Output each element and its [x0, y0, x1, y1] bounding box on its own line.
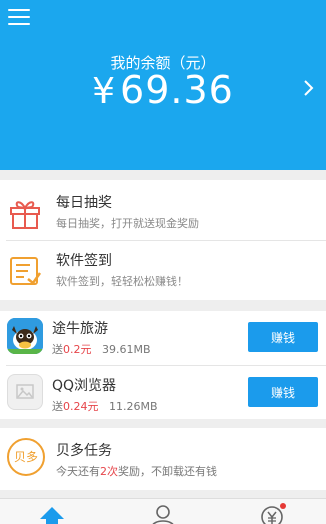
balance-header: 我的余额（元） ¥69.36 — [0, 0, 326, 170]
feature-subtitle: 软件签到，轻轻松松赚钱！ — [56, 275, 188, 288]
beiduo-count: 2次 — [100, 465, 118, 478]
beiduo-subtitle: 今天还有2次奖励，不卸载还有钱 — [56, 465, 217, 478]
tuniu-app-icon — [7, 318, 43, 354]
beiduo-title: 贝多任务 — [56, 443, 112, 459]
feature-title: 软件签到 — [56, 253, 112, 269]
app-size: 11.26MB — [109, 400, 158, 413]
balance-amount: ¥69.36 — [0, 68, 326, 112]
reward-prefix: 送 — [52, 400, 63, 413]
app-meta: 送0.24元 11.26MB — [52, 398, 158, 414]
balance-value: 69.36 — [120, 68, 234, 112]
beiduo-task-card[interactable]: 贝多任务 今天还有2次奖励，不卸载还有钱 — [0, 428, 326, 490]
feature-daily-lottery[interactable]: 每日抽奖 每日抽奖，打开就送现金奖励 — [0, 180, 326, 240]
chevron-right-icon[interactable] — [300, 78, 316, 98]
home-icon[interactable] — [38, 503, 66, 524]
bottom-nav — [0, 498, 326, 524]
sign-in-icon — [10, 257, 42, 285]
app-row[interactable]: QQ浏览器 送0.24元 11.26MB 赚钱 — [0, 365, 326, 419]
earn-button[interactable]: 赚钱 — [248, 377, 318, 407]
reward-amount: 0.2元 — [63, 343, 92, 356]
app-size: 39.61MB — [102, 343, 151, 356]
menu-icon[interactable] — [8, 9, 30, 27]
app-meta: 送0.2元 39.61MB — [52, 341, 151, 357]
beiduo-icon: 贝多 — [7, 438, 45, 476]
qq-browser-app-icon — [7, 374, 43, 410]
feature-card: 每日抽奖 每日抽奖，打开就送现金奖励 软件签到 软件签到，轻轻松松赚钱！ — [0, 180, 326, 300]
feature-sign-in[interactable]: 软件签到 软件签到，轻轻松松赚钱！ — [0, 240, 326, 300]
app-row[interactable]: 途牛旅游 送0.2元 39.61MB 赚钱 — [0, 311, 326, 365]
feature-title: 每日抽奖 — [56, 195, 112, 211]
app-name: 途牛旅游 — [52, 321, 108, 337]
apps-card: 途牛旅游 送0.2元 39.61MB 赚钱 QQ浏览器 送0.24元 11.26… — [0, 311, 326, 419]
wallet-nav-item[interactable] — [258, 503, 286, 524]
app-name: QQ浏览器 — [52, 378, 117, 394]
earn-button[interactable]: 赚钱 — [248, 322, 318, 352]
gift-icon — [10, 201, 40, 229]
user-icon[interactable] — [149, 503, 177, 524]
reward-amount: 0.24元 — [63, 400, 99, 413]
currency-symbol: ¥ — [92, 71, 117, 112]
notification-dot — [280, 503, 286, 509]
reward-prefix: 送 — [52, 343, 63, 356]
feature-subtitle: 每日抽奖，打开就送现金奖励 — [56, 217, 199, 230]
